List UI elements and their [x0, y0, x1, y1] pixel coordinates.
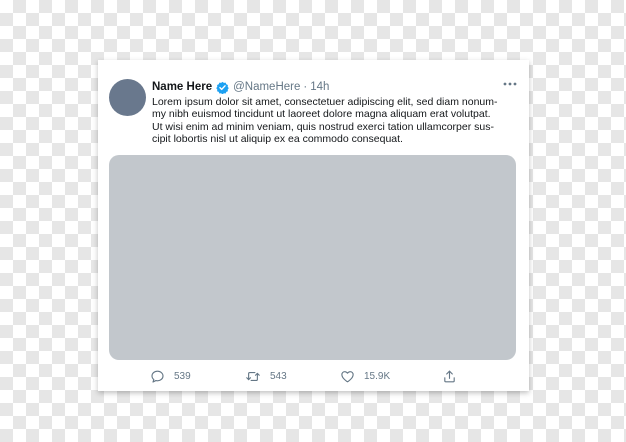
more-options-icon[interactable] — [503, 81, 517, 87]
like-count: 15.9K — [364, 370, 391, 382]
retweet-icon — [245, 369, 261, 384]
tweet-text-line: Lorem ipsum dolor sit amet, consectetuer… — [152, 96, 498, 108]
tweet-card: Name Here @NameHere · 14h Lorem ipsum do… — [98, 60, 529, 391]
tweet-text: Lorem ipsum dolor sit amet, consectetuer… — [152, 96, 518, 145]
share-icon — [442, 369, 457, 384]
timestamp[interactable]: 14h — [310, 81, 329, 93]
retweet-count: 543 — [270, 370, 287, 382]
action-bar: 539 543 15.9K — [98, 367, 529, 385]
reply-button[interactable]: 539 — [150, 367, 191, 385]
like-button[interactable]: 15.9K — [340, 367, 390, 385]
retweet-button[interactable]: 543 — [245, 367, 287, 385]
share-button[interactable] — [442, 367, 457, 385]
heart-icon — [340, 369, 355, 384]
tweet-text-line: cipit lobortis nisl ut aliquip ex ea com… — [152, 132, 403, 145]
media-placeholder[interactable] — [109, 155, 516, 360]
separator-dot: · — [303, 81, 308, 93]
reply-count: 539 — [174, 370, 191, 382]
tweet-text-line: my nibh euismod tincidunt ut laoreet dol… — [152, 108, 491, 121]
display-name[interactable]: Name Here — [152, 81, 212, 93]
verified-badge-icon — [216, 81, 229, 94]
reply-icon — [150, 369, 165, 384]
tweet-header: Name Here @NameHere · 14h — [152, 79, 329, 95]
user-handle[interactable]: @NameHere — [233, 81, 300, 93]
avatar[interactable] — [109, 79, 146, 116]
tweet-text-line: Ut wisi enim ad minim veniam, quis nostr… — [152, 120, 494, 133]
